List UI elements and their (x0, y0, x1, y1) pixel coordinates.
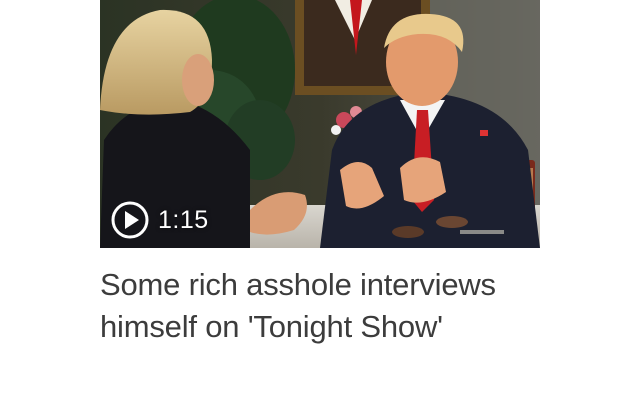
video-headline-link[interactable]: Some rich asshole interviews himself on … (100, 264, 540, 348)
play-overlay[interactable]: 1:15 (110, 200, 209, 240)
play-icon[interactable] (110, 200, 150, 240)
video-duration: 1:15 (158, 206, 209, 234)
video-card: 1:15 Some rich asshole interviews himsel… (100, 0, 540, 400)
video-thumbnail[interactable]: 1:15 (100, 0, 540, 248)
